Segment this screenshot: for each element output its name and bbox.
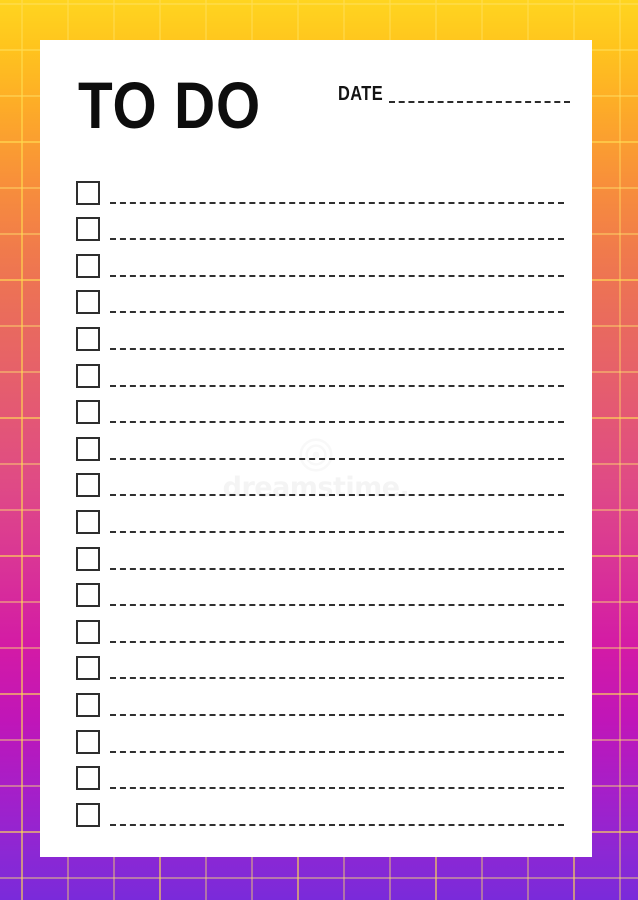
date-label: DATE (338, 83, 384, 105)
task-row (40, 680, 592, 717)
task-checkbox[interactable] (76, 290, 100, 315)
task-checkbox[interactable] (76, 729, 100, 754)
task-input-line[interactable] (110, 494, 564, 497)
task-checkbox[interactable] (76, 583, 100, 608)
task-input-line[interactable] (110, 421, 564, 424)
task-row (40, 497, 592, 534)
task-checkbox[interactable] (76, 546, 100, 571)
task-row (40, 790, 592, 827)
task-row (40, 717, 592, 754)
task-row (40, 278, 592, 315)
task-input-line[interactable] (110, 713, 564, 716)
task-row (40, 205, 592, 242)
task-checkbox[interactable] (76, 180, 100, 205)
task-row (40, 388, 592, 425)
sheet-header: TO DO DATE (40, 40, 592, 170)
task-input-line[interactable] (110, 787, 564, 790)
task-row (40, 314, 592, 351)
task-input-line[interactable] (110, 677, 564, 680)
task-input-line[interactable] (110, 640, 564, 643)
printable-todo-sheet: TO DO DATE dreamstime. (40, 40, 592, 857)
task-checkbox[interactable] (76, 253, 100, 278)
date-input-line[interactable] (388, 101, 570, 103)
task-input-line[interactable] (110, 457, 564, 460)
task-row (40, 168, 592, 205)
task-row (40, 571, 592, 608)
task-input-line[interactable] (110, 530, 564, 533)
task-input-line[interactable] (110, 384, 564, 387)
task-checkbox[interactable] (76, 363, 100, 388)
task-checkbox[interactable] (76, 436, 100, 461)
task-row (40, 534, 592, 571)
task-checkbox[interactable] (76, 326, 100, 351)
task-list (40, 168, 592, 827)
task-checkbox[interactable] (76, 692, 100, 717)
task-checkbox[interactable] (76, 766, 100, 791)
task-input-line[interactable] (110, 604, 564, 607)
task-input-line[interactable] (110, 238, 564, 241)
task-checkbox[interactable] (76, 509, 100, 534)
task-checkbox[interactable] (76, 802, 100, 827)
task-input-line[interactable] (110, 311, 564, 314)
task-row (40, 241, 592, 278)
task-row (40, 754, 592, 791)
task-row (40, 461, 592, 498)
task-checkbox[interactable] (76, 400, 100, 425)
task-row (40, 607, 592, 644)
task-input-line[interactable] (110, 567, 564, 570)
task-input-line[interactable] (110, 823, 564, 826)
task-row (40, 351, 592, 388)
task-row (40, 424, 592, 461)
task-checkbox[interactable] (76, 217, 100, 242)
task-input-line[interactable] (110, 201, 564, 204)
date-field-group[interactable]: DATE (338, 84, 570, 105)
task-checkbox[interactable] (76, 473, 100, 498)
task-input-line[interactable] (110, 347, 564, 350)
task-row (40, 644, 592, 681)
page-title: TO DO (78, 68, 262, 142)
task-checkbox[interactable] (76, 656, 100, 681)
task-input-line[interactable] (110, 274, 564, 277)
task-input-line[interactable] (110, 750, 564, 753)
task-checkbox[interactable] (76, 619, 100, 644)
